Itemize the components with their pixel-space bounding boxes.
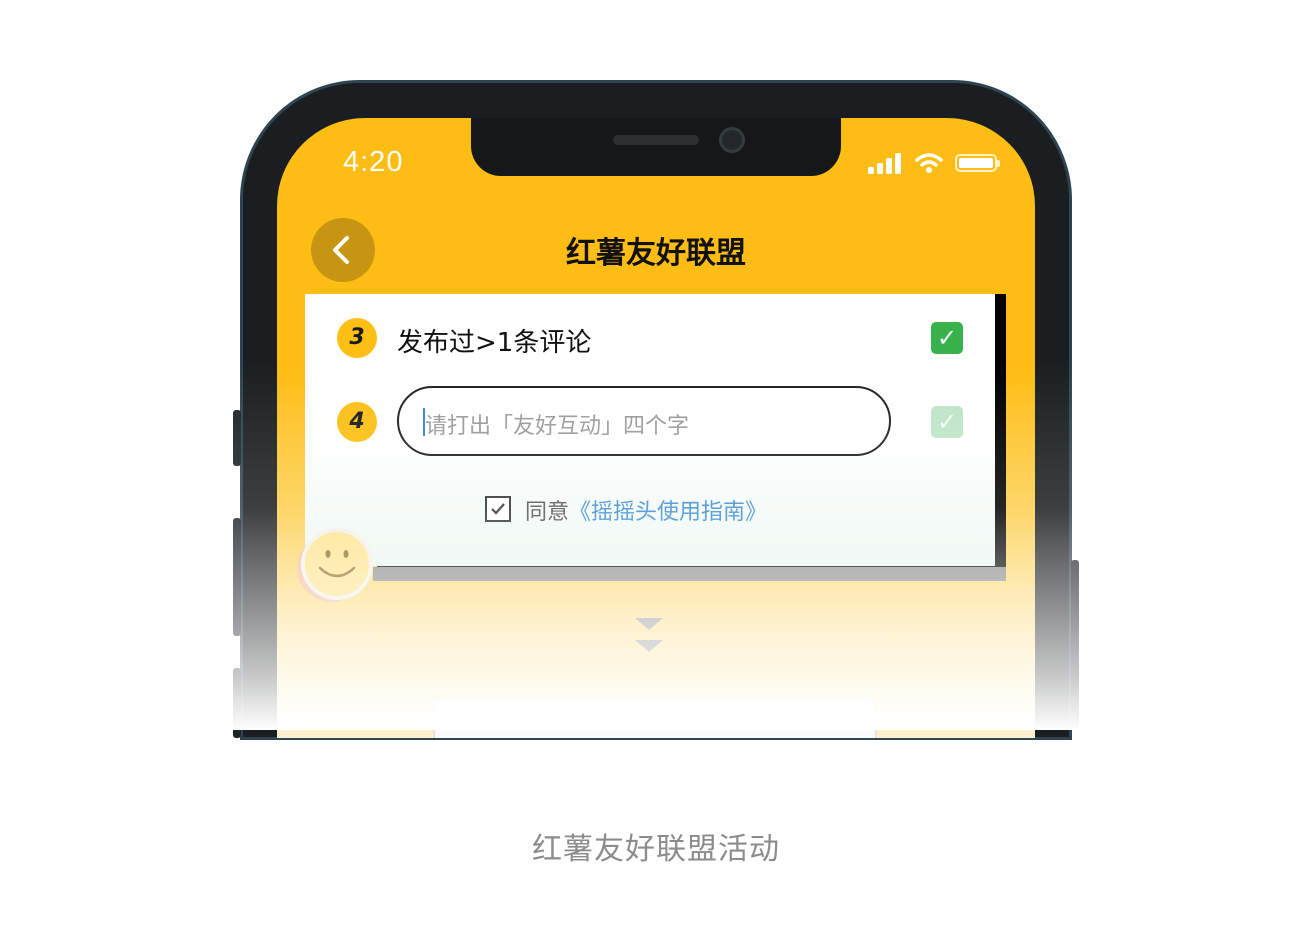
wifi-icon: [915, 153, 943, 173]
battery-icon: [955, 154, 1000, 172]
task-complete-check-icon: ✓: [931, 322, 963, 354]
step-number-3: 3: [337, 318, 377, 358]
notch: [471, 118, 841, 176]
card-shadow-bottom: [373, 567, 1006, 581]
keyword-input-placeholder: 请打出「友好互动」四个字: [425, 414, 690, 439]
speaker: [613, 135, 699, 145]
phone-power-button: [1071, 560, 1079, 730]
phone-volume-down: [233, 668, 241, 738]
next-section-panel: [433, 698, 877, 738]
signal-icon: [868, 153, 901, 174]
guide-link[interactable]: 《摇摇头使用指南》: [569, 500, 767, 525]
agree-checkbox[interactable]: [485, 496, 511, 522]
phone-mute-switch: [233, 410, 241, 466]
keyword-input[interactable]: 请打出「友好互动」四个字: [397, 386, 891, 456]
smiley-icon: [297, 528, 373, 602]
checkmark-icon: [491, 503, 505, 515]
task-card: 3 发布过>1条评论 ✓ 4 请打出「友好互动」四个字 ✓ 同意《摇摇头使用指南…: [305, 294, 995, 566]
double-chevron-down-icon: [635, 618, 663, 652]
page-title: 红薯友好联盟: [566, 236, 746, 271]
status-time: 4:20: [343, 146, 404, 178]
task-pending-check-icon: ✓: [931, 406, 963, 438]
phone-screen: 4:20 红薯友好联盟 3 发布过>1条评论 ✓ 4 请打出「友好互动」四个字 …: [277, 118, 1035, 738]
step-number-4: 4: [337, 402, 377, 442]
front-camera: [719, 127, 745, 153]
agreement-prefix: 同意: [525, 500, 570, 525]
phone-volume-up: [233, 518, 241, 636]
caption-text: 红薯友好联盟活动: [532, 832, 780, 867]
task-label: 发布过>1条评论: [397, 328, 592, 358]
agreement-text: 同意《摇摇头使用指南》: [525, 494, 767, 526]
